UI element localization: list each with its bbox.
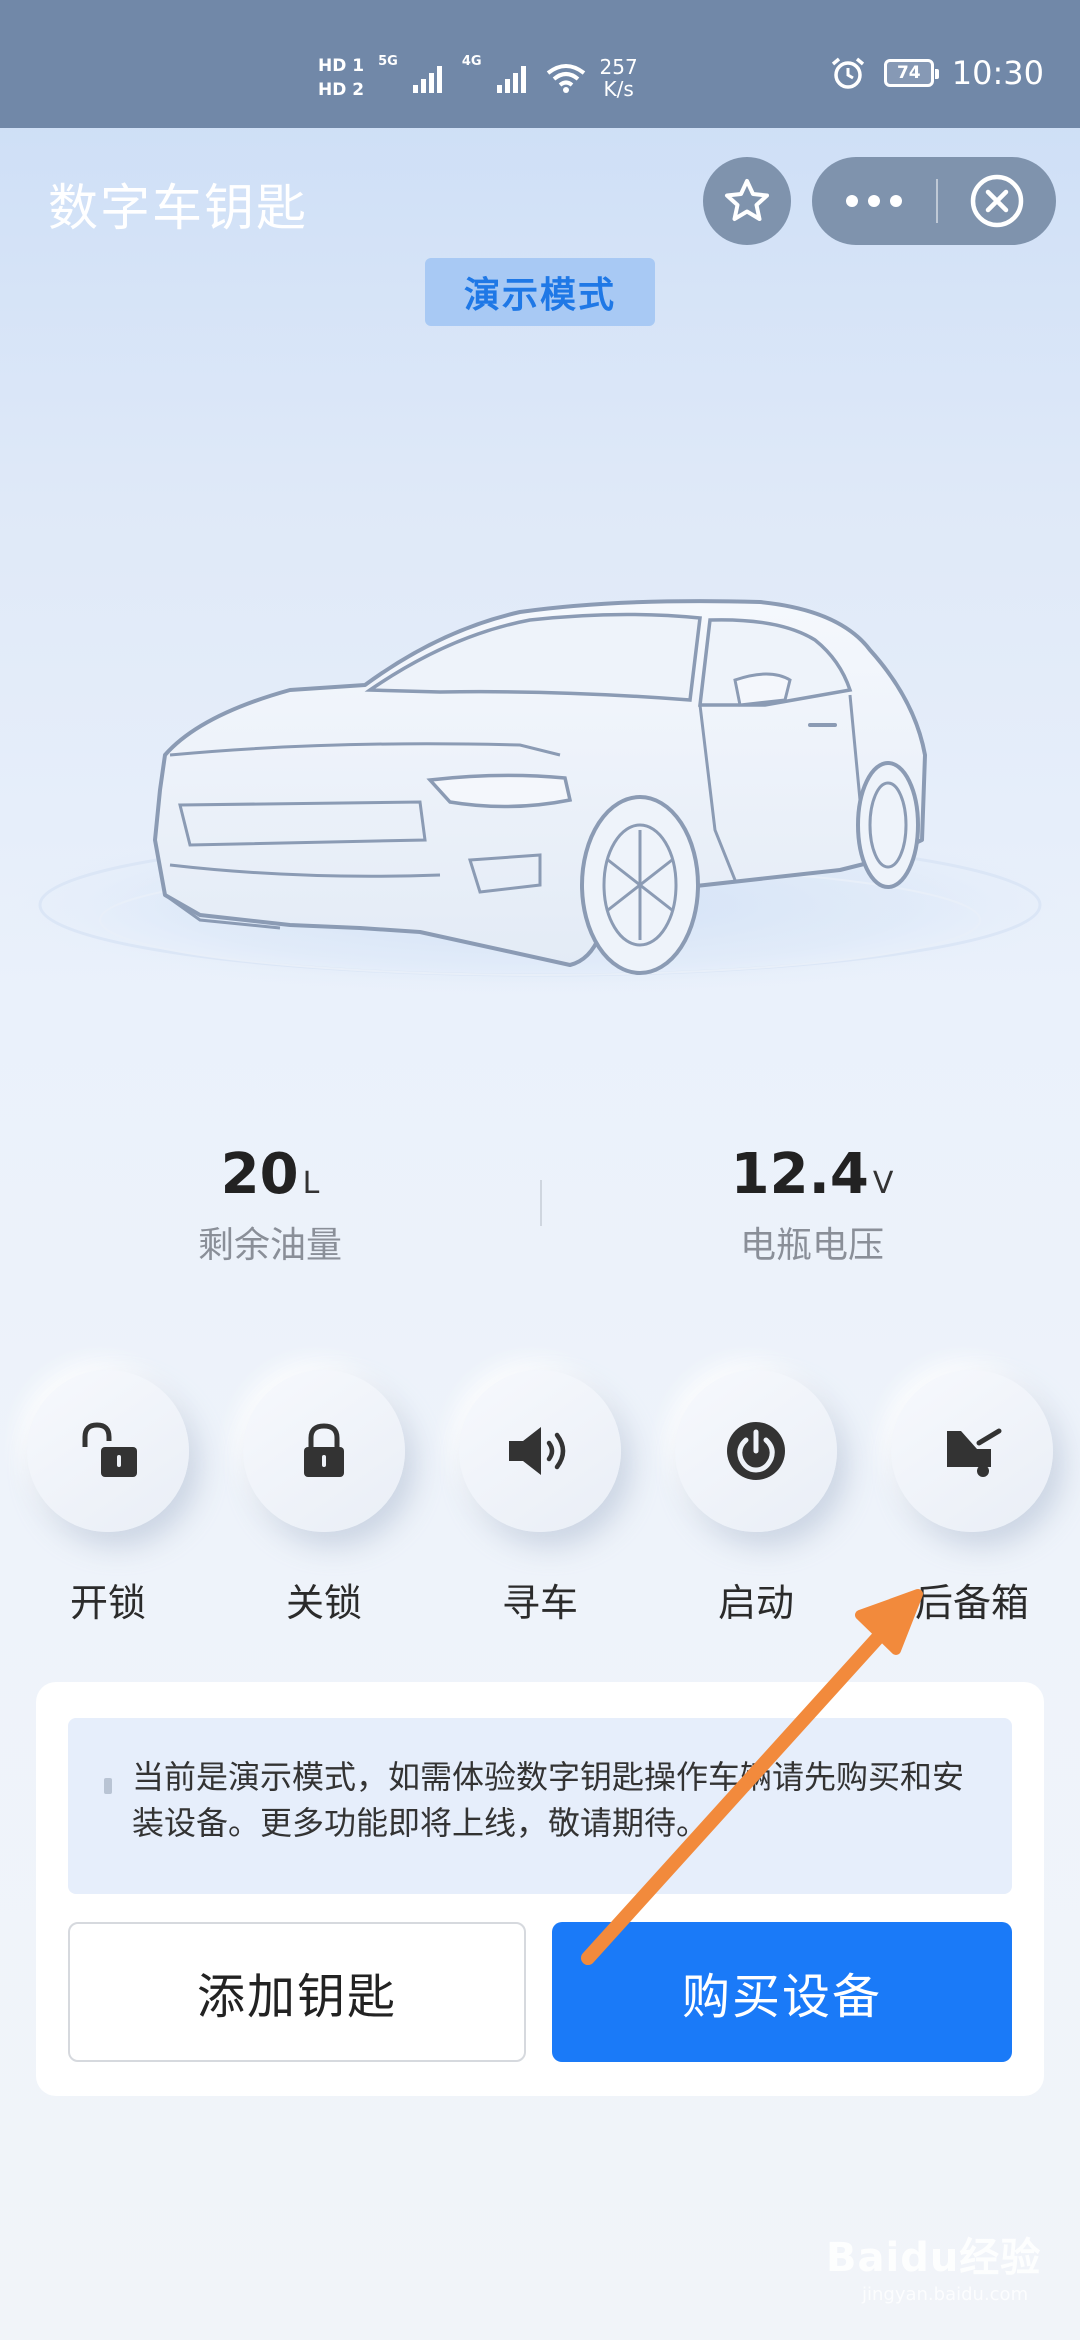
- unlock-label: 开锁: [69, 1581, 146, 1625]
- hd2-label: HD 2: [318, 80, 365, 100]
- fuel-unit: L: [302, 1166, 320, 1201]
- signal-icon: [496, 66, 526, 93]
- unlock-icon: [82, 1422, 137, 1477]
- notice-bullet: [104, 1778, 112, 1794]
- voltage-label: 电瓶电压: [739, 1225, 884, 1266]
- unlock-action[interactable]: 开锁: [23, 1370, 193, 1627]
- miniapp-capsule: [812, 157, 1056, 245]
- fuel-stat: 20 L 剩余油量: [120, 1140, 420, 1271]
- net-speed: 257 K/s: [600, 56, 638, 100]
- hd1-label: HD 1: [318, 56, 365, 76]
- lock-button[interactable]: [243, 1370, 405, 1532]
- buy-device-button[interactable]: 购买设备: [552, 1922, 1012, 2062]
- trunk-label: 后备箱: [914, 1581, 1029, 1625]
- find-car-button[interactable]: [459, 1370, 621, 1532]
- watermark-url: jingyan.baidu.com: [862, 2284, 1029, 2305]
- trunk-icon: [947, 1428, 1002, 1477]
- battery-icon: 74: [883, 59, 939, 87]
- alarm-icon: [831, 57, 864, 89]
- speaker-icon: [509, 1427, 566, 1475]
- find-car-action[interactable]: 寻车: [455, 1370, 625, 1627]
- action-row: 开锁 关锁 寻车 启动 后备箱: [0, 1370, 1080, 1630]
- find-car-label: 寻车: [501, 1581, 578, 1625]
- watermark-logo: Baidu经验: [826, 2235, 1042, 2281]
- trunk-button[interactable]: [891, 1370, 1053, 1532]
- add-key-button[interactable]: 添加钥匙: [68, 1922, 526, 2062]
- lock-icon: [304, 1423, 344, 1477]
- key-card: 当前是演示模式，如需体验数字钥匙操作车辆请先购买和安装设备。更多功能即将上线，敬…: [36, 1682, 1044, 2096]
- fuel-number: 20: [220, 1142, 299, 1207]
- lock-label: 关锁: [285, 1581, 362, 1625]
- demo-mode-badge: 演示模式: [425, 258, 655, 326]
- voltage-number: 12.4: [730, 1142, 869, 1207]
- voltage-unit: V: [872, 1166, 894, 1201]
- star-icon: [725, 179, 769, 221]
- net-speed-value: 257: [599, 55, 638, 79]
- car-image: [0, 599, 1080, 995]
- notice-text: 当前是演示模式，如需体验数字钥匙操作车辆请先购买和安装设备。更多功能即将上线，敬…: [132, 1758, 965, 1842]
- signal-icon: [412, 66, 442, 93]
- start-label: 启动: [717, 1581, 794, 1625]
- car-illustration: [0, 540, 1080, 1100]
- net-speed-unit: K/s: [603, 77, 634, 101]
- wifi-icon: [546, 64, 585, 93]
- net-type-1: 5G: [378, 54, 398, 69]
- status-bar: HD 1 HD 2 5G 4G 257 K/s 74 10:30: [0, 0, 1080, 128]
- battery-level: 74: [896, 63, 921, 83]
- trunk-action[interactable]: 后备箱: [887, 1370, 1057, 1627]
- voltage-value: 12.4 V: [662, 1140, 962, 1219]
- more-icon: [846, 195, 902, 207]
- stats-divider: [540, 1180, 542, 1226]
- start-action[interactable]: 启动: [671, 1370, 841, 1627]
- start-button[interactable]: [675, 1370, 837, 1532]
- status-right: 74 10:30: [830, 54, 1044, 92]
- favorite-button[interactable]: [703, 157, 791, 245]
- close-icon: [970, 174, 1024, 228]
- unlock-button[interactable]: [27, 1370, 189, 1532]
- lock-action[interactable]: 关锁: [239, 1370, 409, 1627]
- power-icon: [727, 1422, 785, 1480]
- fuel-label: 剩余油量: [197, 1225, 342, 1266]
- page-title: 数字车钥匙: [48, 179, 308, 237]
- clock: 10:30: [951, 54, 1044, 92]
- voltage-stat: 12.4 V 电瓶电压: [662, 1140, 962, 1271]
- vehicle-stats: 20 L 剩余油量 12.4 V 电瓶电压: [0, 1140, 1080, 1270]
- status-indicators: HD 1 HD 2 5G 4G 257 K/s: [318, 48, 638, 108]
- fuel-value: 20 L: [120, 1140, 420, 1219]
- demo-notice: 当前是演示模式，如需体验数字钥匙操作车辆请先购买和安装设备。更多功能即将上线，敬…: [68, 1718, 1012, 1894]
- close-button[interactable]: [938, 157, 1056, 245]
- net-type-2: 4G: [461, 54, 482, 69]
- hd-indicator: HD 1 HD 2: [318, 57, 364, 99]
- more-button[interactable]: [812, 157, 936, 245]
